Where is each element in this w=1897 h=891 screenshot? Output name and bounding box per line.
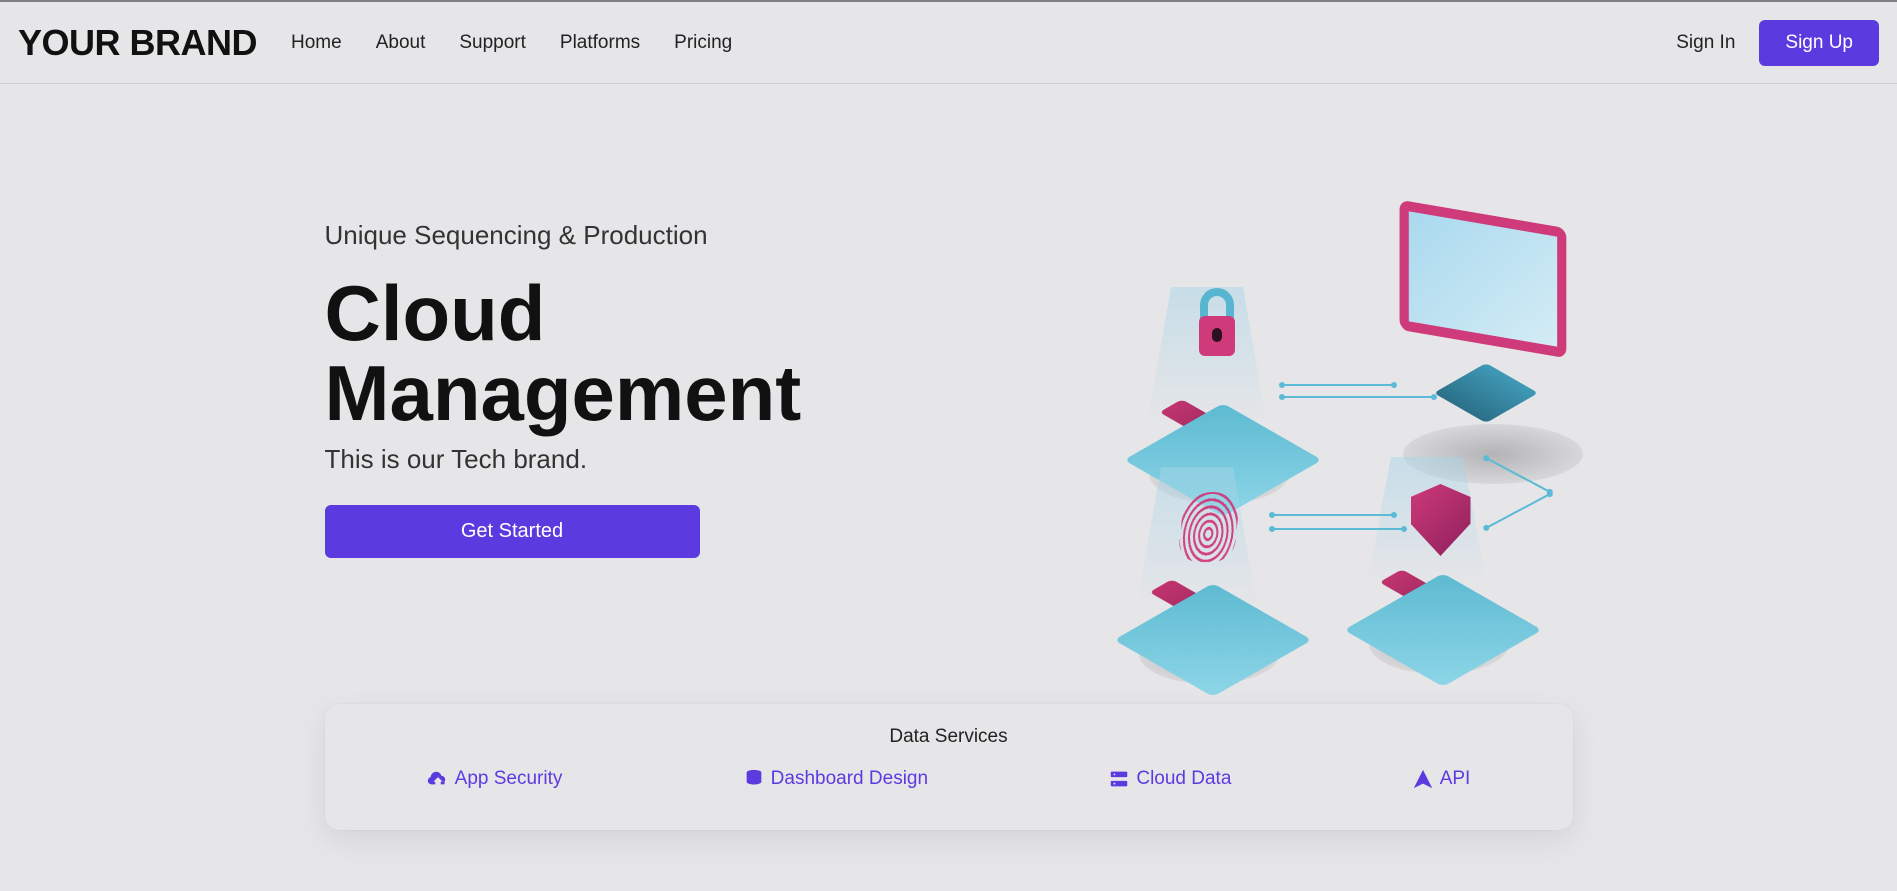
service-label: App Security bbox=[455, 768, 563, 790]
service-label: Cloud Data bbox=[1136, 768, 1231, 790]
hero-text-block: Unique Sequencing & Production CloudMana… bbox=[325, 214, 802, 558]
nav-link-support[interactable]: Support bbox=[459, 32, 526, 54]
circuit-line-icon bbox=[1273, 528, 1403, 530]
hero-illustration bbox=[1113, 214, 1573, 654]
nav-link-about[interactable]: About bbox=[376, 32, 426, 54]
lock-icon bbox=[1199, 316, 1235, 356]
nav-right: Sign In Sign Up bbox=[1676, 20, 1879, 66]
service-label: Dashboard Design bbox=[771, 768, 928, 790]
nav-link-pricing[interactable]: Pricing bbox=[674, 32, 732, 54]
sign-up-button[interactable]: Sign Up bbox=[1759, 20, 1879, 66]
cloud-upload-icon bbox=[427, 768, 449, 790]
hero-kicker: Unique Sequencing & Production bbox=[325, 220, 802, 251]
circuit-line-icon bbox=[1273, 514, 1393, 516]
brand-logo-text[interactable]: YOUR BRAND bbox=[18, 22, 257, 64]
navbar: YOUR BRAND Home About Support Platforms … bbox=[0, 0, 1897, 84]
hero-section: Unique Sequencing & Production CloudMana… bbox=[309, 84, 1589, 830]
database-icon bbox=[743, 768, 765, 790]
services-card: Data Services App Security Dashboard Des… bbox=[325, 704, 1573, 830]
service-api[interactable]: API bbox=[1412, 768, 1471, 790]
nav-link-platforms[interactable]: Platforms bbox=[560, 32, 640, 54]
sign-in-link[interactable]: Sign In bbox=[1676, 32, 1735, 54]
paper-plane-icon bbox=[1412, 768, 1434, 790]
service-label: API bbox=[1440, 768, 1471, 790]
server-icon bbox=[1108, 768, 1130, 790]
hero-title: CloudManagement bbox=[325, 273, 802, 434]
circuit-line-icon bbox=[1283, 396, 1433, 398]
nav-links: Home About Support Platforms Pricing bbox=[291, 32, 732, 54]
services-card-title: Data Services bbox=[337, 726, 1561, 748]
service-dashboard-design[interactable]: Dashboard Design bbox=[743, 768, 928, 790]
circuit-line-icon bbox=[1283, 384, 1393, 386]
hero-subtitle: This is our Tech brand. bbox=[325, 444, 802, 475]
hero-inner: Unique Sequencing & Production CloudMana… bbox=[325, 214, 1573, 654]
nav-left: YOUR BRAND Home About Support Platforms … bbox=[18, 22, 732, 64]
get-started-button[interactable]: Get Started bbox=[325, 505, 700, 558]
nav-link-home[interactable]: Home bbox=[291, 32, 342, 54]
service-cloud-data[interactable]: Cloud Data bbox=[1108, 768, 1231, 790]
monitor-icon bbox=[1399, 200, 1566, 359]
circuit-line-icon bbox=[1486, 494, 1549, 529]
services-row: App Security Dashboard Design Cloud Data… bbox=[337, 768, 1561, 790]
service-app-security[interactable]: App Security bbox=[427, 768, 563, 790]
